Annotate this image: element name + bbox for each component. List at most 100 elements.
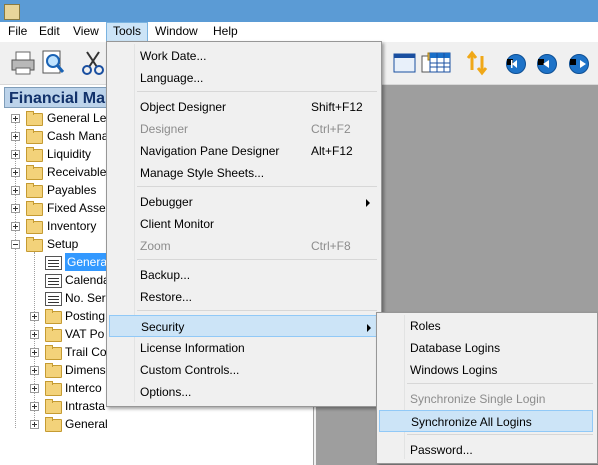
first-record-icon[interactable] — [506, 54, 526, 74]
tools-menu-item[interactable]: Work Date... — [109, 45, 377, 67]
expand-icon[interactable] — [11, 204, 20, 213]
folder-icon — [26, 147, 43, 162]
tools-menu-item[interactable]: Custom Controls... — [109, 359, 377, 381]
expand-icon[interactable] — [30, 384, 39, 393]
expand-icon[interactable] — [30, 366, 39, 375]
menu-item-shortcut: Alt+F12 — [311, 144, 353, 158]
menu-help[interactable]: Help — [207, 22, 244, 41]
menu-file[interactable]: File — [2, 22, 33, 41]
refresh-icon[interactable] — [464, 50, 490, 76]
security-menu-item[interactable]: Windows Logins — [379, 359, 593, 381]
tree-item-label: General Le — [47, 111, 107, 125]
folder-icon — [45, 417, 62, 432]
tools-menu-item[interactable]: Security — [109, 315, 377, 337]
print-preview-icon[interactable] — [40, 50, 66, 76]
tree-item-label: No. Ser — [65, 291, 106, 305]
tools-menu-item[interactable]: Object Designer Shift+F12 — [109, 96, 377, 118]
menu-item-label: Work Date... — [140, 49, 207, 63]
next-record-icon[interactable] — [569, 54, 589, 74]
menu-tools[interactable]: Tools — [106, 22, 149, 42]
menu-window[interactable]: Window — [149, 22, 204, 41]
expand-icon[interactable] — [11, 150, 20, 159]
menu-item-label: Zoom — [140, 239, 171, 253]
menu-item-label: License Information — [140, 341, 245, 355]
previous-record-icon[interactable] — [537, 54, 557, 74]
page-icon — [45, 292, 62, 306]
expand-icon[interactable] — [11, 186, 20, 195]
folder-icon — [26, 111, 43, 126]
cut-icon[interactable] — [80, 50, 106, 76]
expand-icon[interactable] — [30, 420, 39, 429]
tools-menu-item[interactable]: Options... — [109, 381, 377, 403]
menu-item-label: Object Designer — [140, 100, 227, 114]
tools-menu-item[interactable]: Manage Style Sheets... — [109, 162, 377, 184]
tree-item-label: Liquidity — [47, 147, 92, 161]
menu-view[interactable]: View — [67, 22, 105, 41]
folder-icon — [45, 327, 62, 342]
tree-item-label: Intrasta — [65, 399, 106, 413]
menu-item-label: Manage Style Sheets... — [140, 166, 265, 180]
security-submenu: Roles Database Logins Windows Logins Synchr… — [376, 312, 598, 464]
tools-menu-item[interactable]: Navigation Pane Designer Alt+F12 — [109, 140, 377, 162]
tree-item-label: Setup — [47, 237, 79, 251]
tree-item-label: Cash Mana — [47, 129, 109, 143]
tree-item-label: Posting — [65, 309, 106, 323]
menu-item-label: Password... — [410, 443, 473, 457]
table-icon[interactable] — [428, 50, 454, 76]
menu-item-label: Debugger — [140, 195, 193, 209]
tree-item-label: Payables — [47, 183, 97, 197]
menu-separator — [137, 91, 377, 92]
menu-item-label: Roles — [410, 319, 441, 333]
menu-item-label: Language... — [140, 71, 204, 85]
page-icon — [45, 274, 62, 288]
tree-item-label: Calenda — [65, 273, 110, 287]
menu-item-label: Client Monitor — [140, 217, 215, 231]
expand-icon[interactable] — [11, 168, 20, 177]
tree-item-label: Interco — [65, 381, 102, 395]
folder-icon — [45, 309, 62, 324]
menu-item-label: Designer — [140, 122, 189, 136]
security-menu-item[interactable]: Password... — [379, 439, 593, 461]
tree-item-label: General — [65, 417, 108, 431]
menu-item-shortcut: Ctrl+F2 — [311, 122, 351, 136]
tools-menu-item[interactable]: Backup... — [109, 264, 377, 286]
menu-item-label: Backup... — [140, 268, 191, 282]
print-icon[interactable] — [10, 50, 36, 76]
security-menu-item[interactable]: Database Logins — [379, 337, 593, 359]
menu-separator — [407, 383, 593, 384]
menu-separator — [407, 434, 593, 435]
tools-menu-item[interactable]: Restore... — [109, 286, 377, 308]
security-menu-item[interactable]: Roles — [379, 315, 593, 337]
expand-icon[interactable] — [11, 114, 20, 123]
folder-icon — [26, 201, 43, 216]
expand-icon[interactable] — [11, 132, 20, 141]
expand-icon[interactable] — [30, 330, 39, 339]
tools-menu-item[interactable]: Client Monitor — [109, 213, 377, 235]
tools-menu-item[interactable]: License Information — [109, 337, 377, 359]
folder-icon — [45, 381, 62, 396]
menu-item-label: Restore... — [140, 290, 193, 304]
folder-icon — [26, 129, 43, 144]
security-menu-item[interactable]: Synchronize All Logins — [379, 410, 593, 432]
submenu-arrow-icon — [367, 324, 371, 332]
menu-item-shortcut: Shift+F12 — [311, 100, 363, 114]
folder-icon — [26, 165, 43, 180]
collapse-icon[interactable] — [11, 240, 20, 249]
menu-item-label: Navigation Pane Designer — [140, 144, 280, 158]
menu-edit[interactable]: Edit — [33, 22, 66, 41]
expand-icon[interactable] — [30, 312, 39, 321]
menu-item-label: Synchronize All Logins — [411, 415, 532, 429]
toolbar-window-icon[interactable] — [392, 50, 418, 76]
tools-menu-item[interactable]: Debugger — [109, 191, 377, 213]
expand-icon[interactable] — [30, 348, 39, 357]
tools-menu-item[interactable]: Designer Ctrl+F2 — [109, 118, 377, 140]
security-menu-item[interactable]: Synchronize Single Login — [379, 388, 593, 410]
menu-separator — [137, 186, 377, 187]
tools-menu-item[interactable]: Language... — [109, 67, 377, 89]
expand-icon[interactable] — [30, 402, 39, 411]
expand-icon[interactable] — [11, 222, 20, 231]
folder-icon — [45, 363, 62, 378]
tree-item[interactable]: General — [0, 415, 313, 433]
tools-menu-item[interactable]: Zoom Ctrl+F8 — [109, 235, 377, 257]
tree-item-label: VAT Po — [65, 327, 105, 341]
